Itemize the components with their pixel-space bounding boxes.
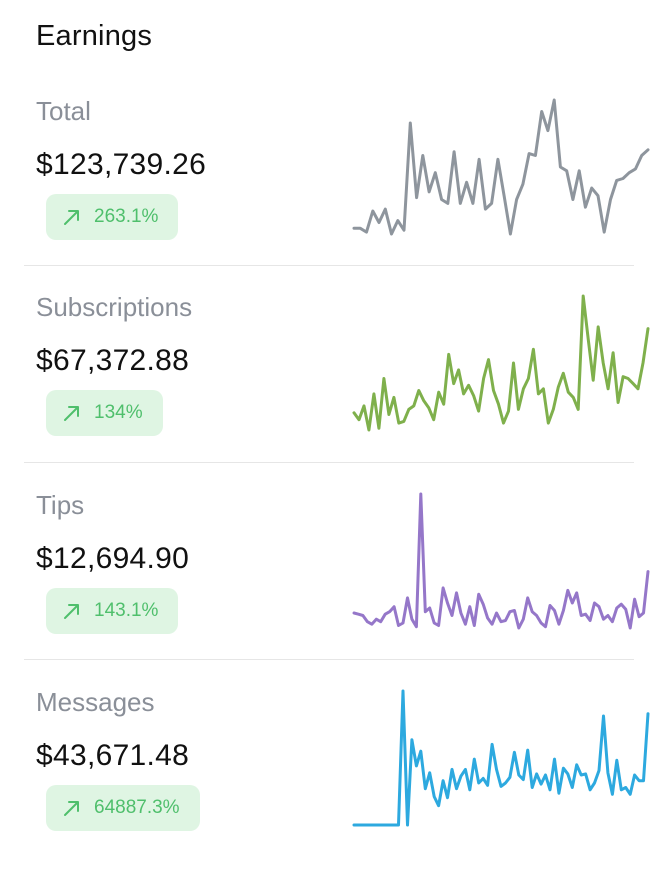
change-badge: 64887.3% [46,785,200,831]
change-badge: 263.1% [46,194,179,240]
page-title: Earnings [36,20,153,52]
change-badge: 134% [46,390,163,436]
change-percent: 64887.3% [94,797,180,818]
card-label: Messages [36,687,155,717]
change-percent: 143.1% [94,600,159,621]
arrow-up-right-icon [64,406,79,421]
sparkline-chart [352,492,650,630]
change-badge: 143.1% [46,588,179,634]
card-label: Total [36,96,91,126]
change-percent: 134% [94,402,143,423]
earnings-card-total[interactable]: Total $123,739.26 263.1% [0,96,658,292]
sparkline-chart [352,98,650,236]
card-label: Subscriptions [36,292,193,322]
sparkline-chart [352,294,650,432]
earnings-card-subscriptions[interactable]: Subscriptions $67,372.88 134% [0,292,658,488]
card-amount: $67,372.88 [36,344,190,377]
divider [24,659,634,660]
card-amount: $123,739.26 [36,148,207,181]
sparkline-line [352,492,650,630]
arrow-up-right-icon [64,210,79,225]
sparkline-chart [352,689,650,827]
earnings-card-messages[interactable]: Messages $43,671.48 64887.3% [0,687,658,883]
card-amount: $12,694.90 [36,542,190,575]
divider [24,462,634,463]
sparkline-line [352,98,650,236]
card-label: Tips [36,490,85,520]
change-percent: 263.1% [94,206,159,227]
arrow-up-right-icon [64,604,79,619]
arrow-up-right-icon [64,801,79,816]
divider [24,265,634,266]
sparkline-line [352,294,650,432]
earnings-card-tips[interactable]: Tips $12,694.90 143.1% [0,490,658,686]
sparkline-line [352,689,650,827]
card-amount: $43,671.48 [36,739,190,772]
